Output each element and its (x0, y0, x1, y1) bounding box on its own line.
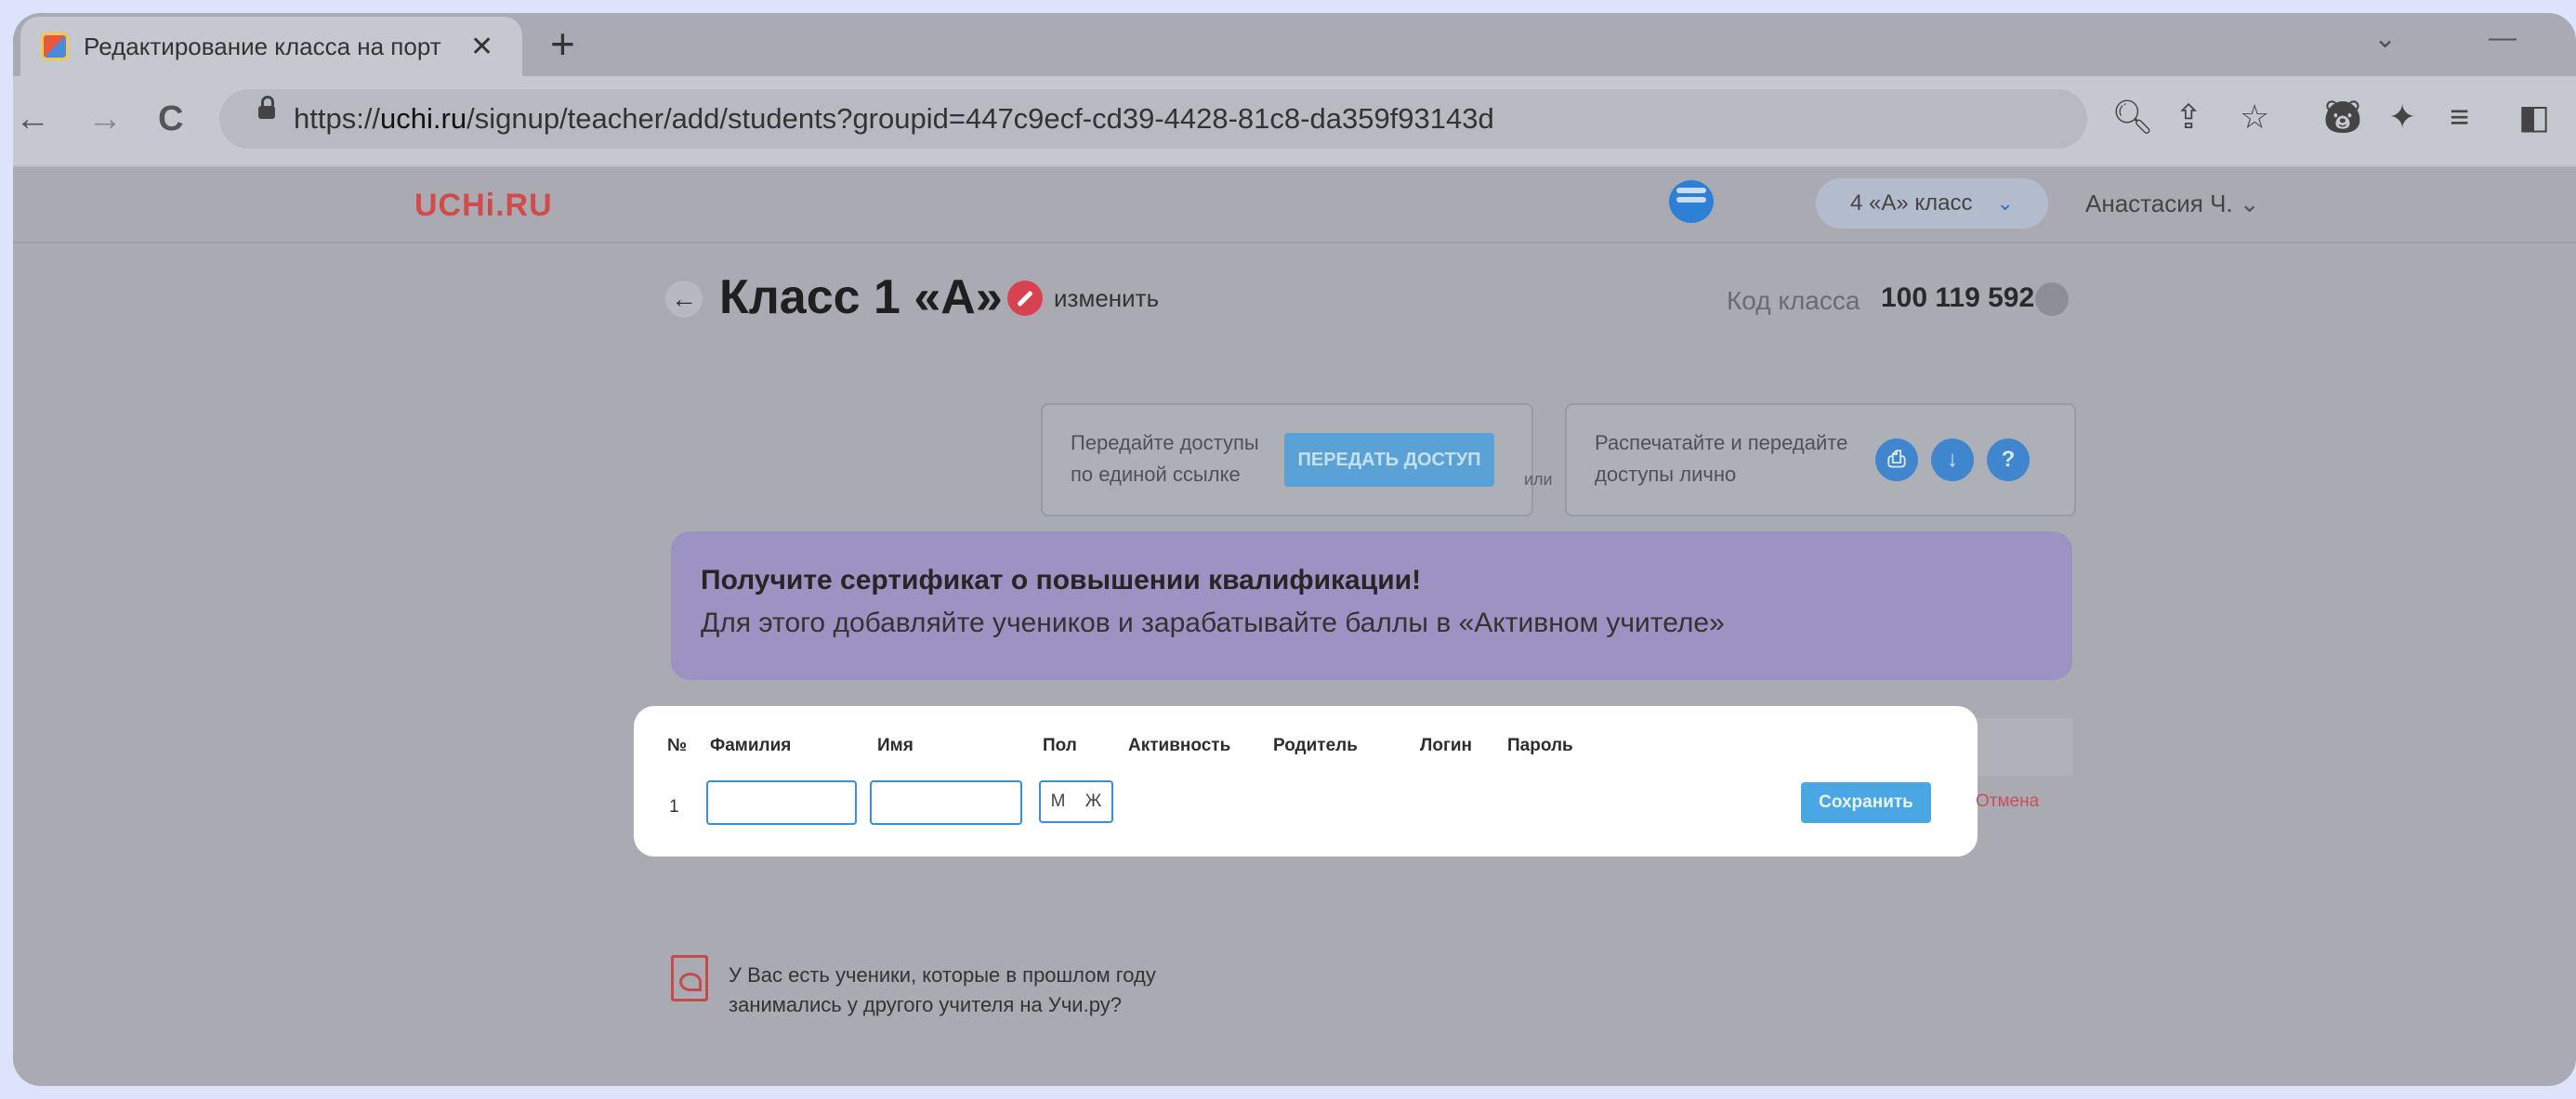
share-link-panel: Передайте доступы по единой ссылке ПЕРЕДА… (1041, 403, 1533, 517)
or-label: или (1524, 470, 1553, 489)
reload-icon[interactable]: C (158, 100, 183, 137)
download-icon[interactable]: ↓ (1931, 438, 1974, 481)
url-bar[interactable]: https://uchi.ru/signup/teacher/add/stude… (219, 89, 2087, 149)
close-tab-icon[interactable]: ✕ (470, 31, 493, 63)
print-access-panel: Распечатайте и передайте доступы лично ⎙ … (1565, 403, 2076, 517)
col-activity: Активность (1128, 736, 1231, 755)
browser-window: Редактирование класса на порт ✕ + ⌄ — ← … (13, 13, 2576, 1086)
certificate-banner[interactable]: Получите сертификат о повышении квалифик… (671, 531, 2072, 680)
site-header: UCHi.RU 4 «А» класс ⌄ Анастасия Ч. ⌄ (13, 167, 2576, 243)
class-select[interactable]: 4 «А» класс ⌄ (1816, 178, 2048, 229)
back-arrow-icon[interactable]: ← (665, 281, 703, 318)
share-link-text: Передайте доступы по единой ссылке (1071, 431, 1259, 486)
share-icon[interactable]: ⇪ (2175, 97, 2202, 137)
last-name-input[interactable] (706, 780, 857, 825)
row-number: 1 (669, 797, 679, 817)
table-header: № Фамилия Имя Пол Активность Родитель Ло… (634, 706, 1978, 777)
edit-pencil-icon[interactable] (1007, 281, 1043, 316)
col-gender: Пол (1043, 736, 1077, 755)
edit-class-link[interactable]: изменить (1054, 284, 1159, 313)
col-first-name: Имя (877, 736, 913, 755)
tab-bar: Редактирование класса на порт ✕ + ⌄ — (13, 13, 2576, 76)
share-access-button[interactable]: ПЕРЕДАТЬ ДОСТУП (1284, 433, 1494, 487)
gender-female-option[interactable]: Ж (1085, 792, 1102, 812)
back-icon[interactable]: ← (15, 100, 50, 137)
print-icon[interactable]: ⎙ (1875, 438, 1918, 481)
students-table: № Фамилия Имя Пол Активность Родитель Ло… (634, 706, 1978, 857)
print-access-text: Распечатайте и передайте доступы лично (1595, 431, 1848, 486)
reading-list-icon[interactable]: ≡ (2450, 97, 2469, 137)
address-toolbar: ← → C https://uchi.ru/signup/teacher/add… (13, 76, 2576, 167)
tab-search-chevron-icon[interactable]: ⌄ (2373, 22, 2397, 55)
bookmark-star-icon[interactable]: ☆ (2240, 97, 2269, 137)
forward-icon[interactable]: → (87, 100, 123, 137)
extensions-puzzle-icon[interactable]: ✦ (2388, 97, 2416, 137)
page-content: UCHi.RU 4 «А» класс ⌄ Анастасия Ч. ⌄ ← К… (13, 167, 2576, 1086)
class-code-value: 100 119 592 (1881, 282, 2035, 313)
site-logo[interactable]: UCHi.RU (414, 188, 553, 224)
chat-icon[interactable] (1669, 180, 1714, 223)
class-select-value: 4 «А» класс (1850, 190, 1973, 216)
pdf-icon (671, 955, 708, 1001)
banner-subtitle: Для этого добавляйте учеников и зарабаты… (701, 608, 1725, 638)
page-title: Класс 1 «А» (719, 270, 1003, 324)
copy-code-icon[interactable] (2035, 282, 2069, 316)
side-panel-icon[interactable]: ◧ (2518, 97, 2550, 137)
user-menu[interactable]: Анастасия Ч. ⌄ (2085, 190, 2260, 218)
class-code-label: Код класса (1727, 286, 1860, 315)
bear-extension-icon[interactable]: 🐻︎ (2321, 97, 2364, 137)
url-text[interactable]: https://uchi.ru/signup/teacher/add/stude… (294, 102, 1494, 136)
chevron-down-icon: ⌄ (2239, 190, 2260, 217)
migrate-students-link[interactable]: У Вас есть ученики, которые в прошлом го… (729, 961, 1156, 1020)
site-favicon-icon (41, 33, 69, 60)
cancel-link[interactable]: Отмена (1976, 792, 2039, 812)
table-header-strip (1965, 718, 2072, 776)
first-name-input[interactable] (870, 780, 1022, 825)
col-parent: Родитель (1273, 736, 1358, 755)
lock-icon[interactable] (258, 96, 275, 119)
new-tab-icon[interactable]: + (550, 20, 575, 67)
gender-toggle[interactable]: М Ж (1039, 780, 1113, 823)
chevron-down-icon: ⌄ (1996, 191, 2014, 215)
tab-title: Редактирование класса на порт (84, 32, 441, 60)
col-last-name: Фамилия (710, 736, 792, 755)
browser-tab[interactable]: Редактирование класса на порт ✕ (20, 17, 522, 76)
col-password: Пароль (1507, 736, 1573, 755)
col-login: Логин (1420, 736, 1473, 755)
col-number: № (667, 736, 688, 755)
minimize-window-icon[interactable]: — (2489, 22, 2517, 54)
save-button[interactable]: Сохранить (1801, 782, 1931, 823)
help-icon[interactable]: ? (1987, 438, 2030, 481)
gender-male-option[interactable]: М (1051, 792, 1066, 812)
zoom-icon[interactable]: 🔍︎ (2111, 97, 2154, 137)
banner-title: Получите сертификат о повышении квалифик… (701, 565, 1422, 595)
